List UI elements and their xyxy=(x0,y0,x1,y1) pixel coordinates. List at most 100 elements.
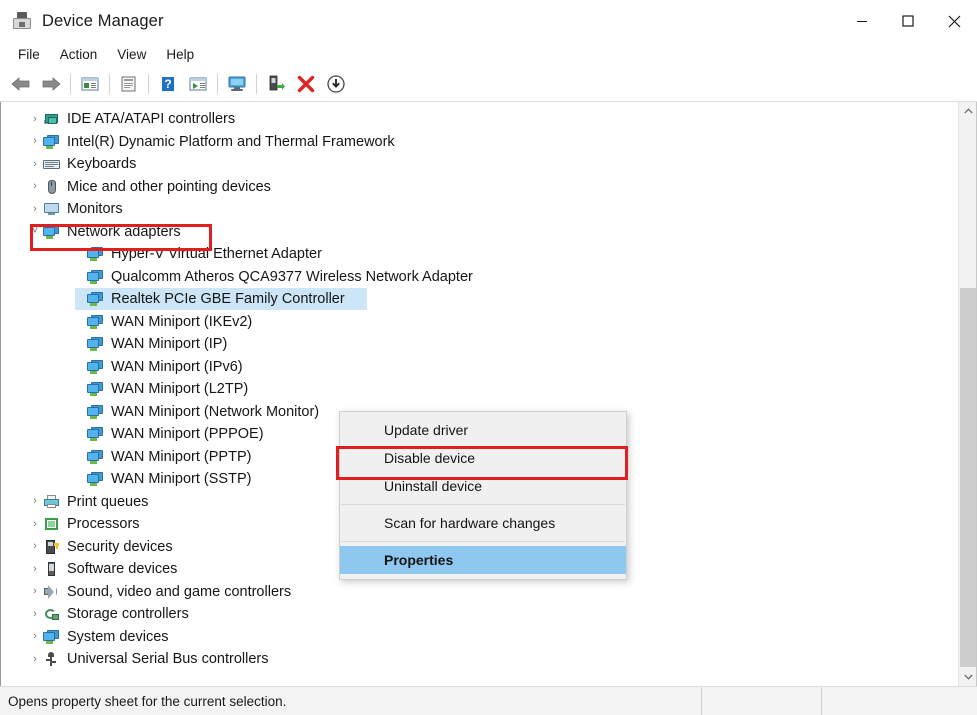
tree-item[interactable]: › Monitors xyxy=(1,198,958,221)
network-adapter-icon xyxy=(87,359,104,375)
context-menu-item-disable-device[interactable]: Disable device xyxy=(340,444,626,472)
software-device-icon xyxy=(43,561,60,577)
tree-item-label: WAN Miniport (L2TP) xyxy=(111,381,249,397)
disable-device-button[interactable] xyxy=(321,70,351,98)
sound-controller-icon xyxy=(43,584,60,600)
tree-item[interactable]: WAN Miniport (IP) xyxy=(1,333,958,356)
tree-item[interactable]: Realtek PCIe GBE Family Controller xyxy=(1,288,958,311)
menu-item-view[interactable]: View xyxy=(107,45,156,64)
menu-item-help[interactable]: Help xyxy=(156,45,204,64)
tree-item[interactable]: WAN Miniport (IPv6) xyxy=(1,356,958,379)
tree-item-label: Print queues xyxy=(67,493,149,510)
tree-item-label: Monitors xyxy=(67,201,123,217)
context-menu-item-scan-for-hardware-changes[interactable]: Scan for hardware changes xyxy=(340,509,626,537)
tree-item[interactable]: › Sound, video and game controllers xyxy=(1,581,958,604)
storage-controller-icon xyxy=(43,606,60,622)
tree-item-label: Keyboards xyxy=(67,156,137,172)
tree-expander-collapsed[interactable]: › xyxy=(27,586,43,597)
show-hidden-devices-button[interactable] xyxy=(75,70,105,98)
tree-item[interactable]: › Intel(R) Dynamic Platform and Thermal F… xyxy=(1,131,958,154)
tree-expander-collapsed[interactable]: › xyxy=(27,181,43,192)
disable-device-icon xyxy=(327,75,345,93)
scan-for-hardware-changes-button[interactable] xyxy=(222,70,252,98)
tree-item[interactable]: › Universal Serial Bus controllers xyxy=(1,648,958,671)
tree-item[interactable]: WAN Miniport (L2TP) xyxy=(1,378,958,401)
scrollbar-thumb[interactable] xyxy=(960,288,976,667)
tree-expander-collapsed[interactable]: › xyxy=(27,518,43,530)
tree-expander-collapsed[interactable]: › xyxy=(27,653,43,665)
close-button[interactable] xyxy=(931,0,977,42)
device-manager-window: Device Manager File Action View Help ? ›… xyxy=(0,0,977,715)
device-tree-panel: › IDE ATA/ATAPI controllers › Intel(R) Dyna… xyxy=(0,102,977,686)
tree-expander-collapsed[interactable]: › xyxy=(27,158,43,170)
tree-item-label: WAN Miniport (PPPOE) xyxy=(111,426,264,442)
help-button[interactable]: ? xyxy=(153,70,183,98)
forward-button[interactable] xyxy=(36,70,66,98)
mouse-icon xyxy=(43,179,60,195)
maximize-button[interactable] xyxy=(885,0,931,42)
tree-item[interactable]: Hyper-V Virtual Ethernet Adapter xyxy=(1,243,958,266)
update-driver-button[interactable] xyxy=(183,70,213,98)
context-menu-item-update-driver[interactable]: Update driver xyxy=(340,416,626,444)
context-menu[interactable]: Update driver Disable device Uninstall d… xyxy=(339,411,627,580)
toolbar-separator xyxy=(148,74,149,94)
tree-item-label: Realtek PCIe GBE Family Controller xyxy=(111,291,345,307)
back-button[interactable] xyxy=(6,70,36,98)
menu-item-action[interactable]: Action xyxy=(50,45,108,64)
tree-item-label: WAN Miniport (IPv6) xyxy=(111,358,243,375)
tree-item-label: WAN Miniport (Network Monitor) xyxy=(111,403,320,420)
tree-item[interactable]: ˅ Network adapters xyxy=(1,221,958,244)
toolbar-separator xyxy=(256,74,257,94)
forward-icon xyxy=(42,77,61,91)
vertical-scrollbar[interactable] xyxy=(958,102,976,686)
tree-item-label: Network adapters xyxy=(67,223,181,240)
scroll-down-button[interactable] xyxy=(959,668,976,686)
uninstall-device-button[interactable] xyxy=(291,70,321,98)
system-device-icon xyxy=(43,629,60,645)
tree-item[interactable]: › Storage controllers xyxy=(1,603,958,626)
status-bar: Opens property sheet for the current sel… xyxy=(0,686,977,715)
tree-item-label: Mice and other pointing devices xyxy=(67,178,271,195)
scan-for-hardware-changes-icon xyxy=(228,76,246,91)
network-adapter-icon xyxy=(87,314,104,330)
device-tree[interactable]: › IDE ATA/ATAPI controllers › Intel(R) Dyna… xyxy=(1,102,958,686)
tree-item[interactable]: › IDE ATA/ATAPI controllers xyxy=(1,108,958,131)
tree-expander-collapsed[interactable]: › xyxy=(27,631,43,642)
tree-expander-collapsed[interactable]: › xyxy=(27,496,43,507)
tree-expander-collapsed[interactable]: › xyxy=(27,541,43,552)
properties-button[interactable] xyxy=(114,70,144,98)
chevron-up-icon xyxy=(963,108,973,114)
scroll-up-button[interactable] xyxy=(959,102,976,120)
tree-item[interactable]: › Keyboards xyxy=(1,153,958,176)
tree-expander-collapsed[interactable]: › xyxy=(27,113,43,125)
tree-item[interactable]: › Mice and other pointing devices xyxy=(1,176,958,199)
minimize-button[interactable] xyxy=(839,0,885,42)
menu-bar: File Action View Help xyxy=(0,42,977,67)
back-icon xyxy=(11,77,30,91)
device-manager-icon xyxy=(12,11,32,31)
tree-expander-expanded[interactable]: ˅ xyxy=(27,226,43,237)
window-title: Device Manager xyxy=(42,11,164,30)
enable-device-button[interactable] xyxy=(261,70,291,98)
tree-item[interactable]: › System devices xyxy=(1,626,958,649)
usb-controller-icon xyxy=(43,651,60,667)
context-menu-item-uninstall-device[interactable]: Uninstall device xyxy=(340,472,626,500)
tree-expander-collapsed[interactable]: › xyxy=(27,608,43,620)
monitor-icon xyxy=(43,201,60,217)
tree-item-label: Security devices xyxy=(67,538,173,555)
tree-item[interactable]: WAN Miniport (IKEv2) xyxy=(1,311,958,334)
help-icon: ? xyxy=(162,77,174,91)
context-menu-item-properties[interactable]: Properties xyxy=(340,546,626,574)
menu-item-file[interactable]: File xyxy=(8,45,50,64)
system-device-icon xyxy=(43,134,60,150)
keyboard-icon xyxy=(43,156,60,172)
chevron-down-icon xyxy=(963,674,973,680)
security-device-icon xyxy=(43,539,60,555)
tree-expander-collapsed[interactable]: › xyxy=(27,136,43,147)
tree-expander-collapsed[interactable]: › xyxy=(27,563,43,575)
title-bar: Device Manager xyxy=(0,0,977,42)
tree-expander-collapsed[interactable]: › xyxy=(27,203,43,215)
update-driver-icon xyxy=(189,77,207,91)
tree-item[interactable]: Qualcomm Atheros QCA9377 Wireless Networ… xyxy=(1,266,958,289)
toolbar-separator xyxy=(217,74,218,94)
